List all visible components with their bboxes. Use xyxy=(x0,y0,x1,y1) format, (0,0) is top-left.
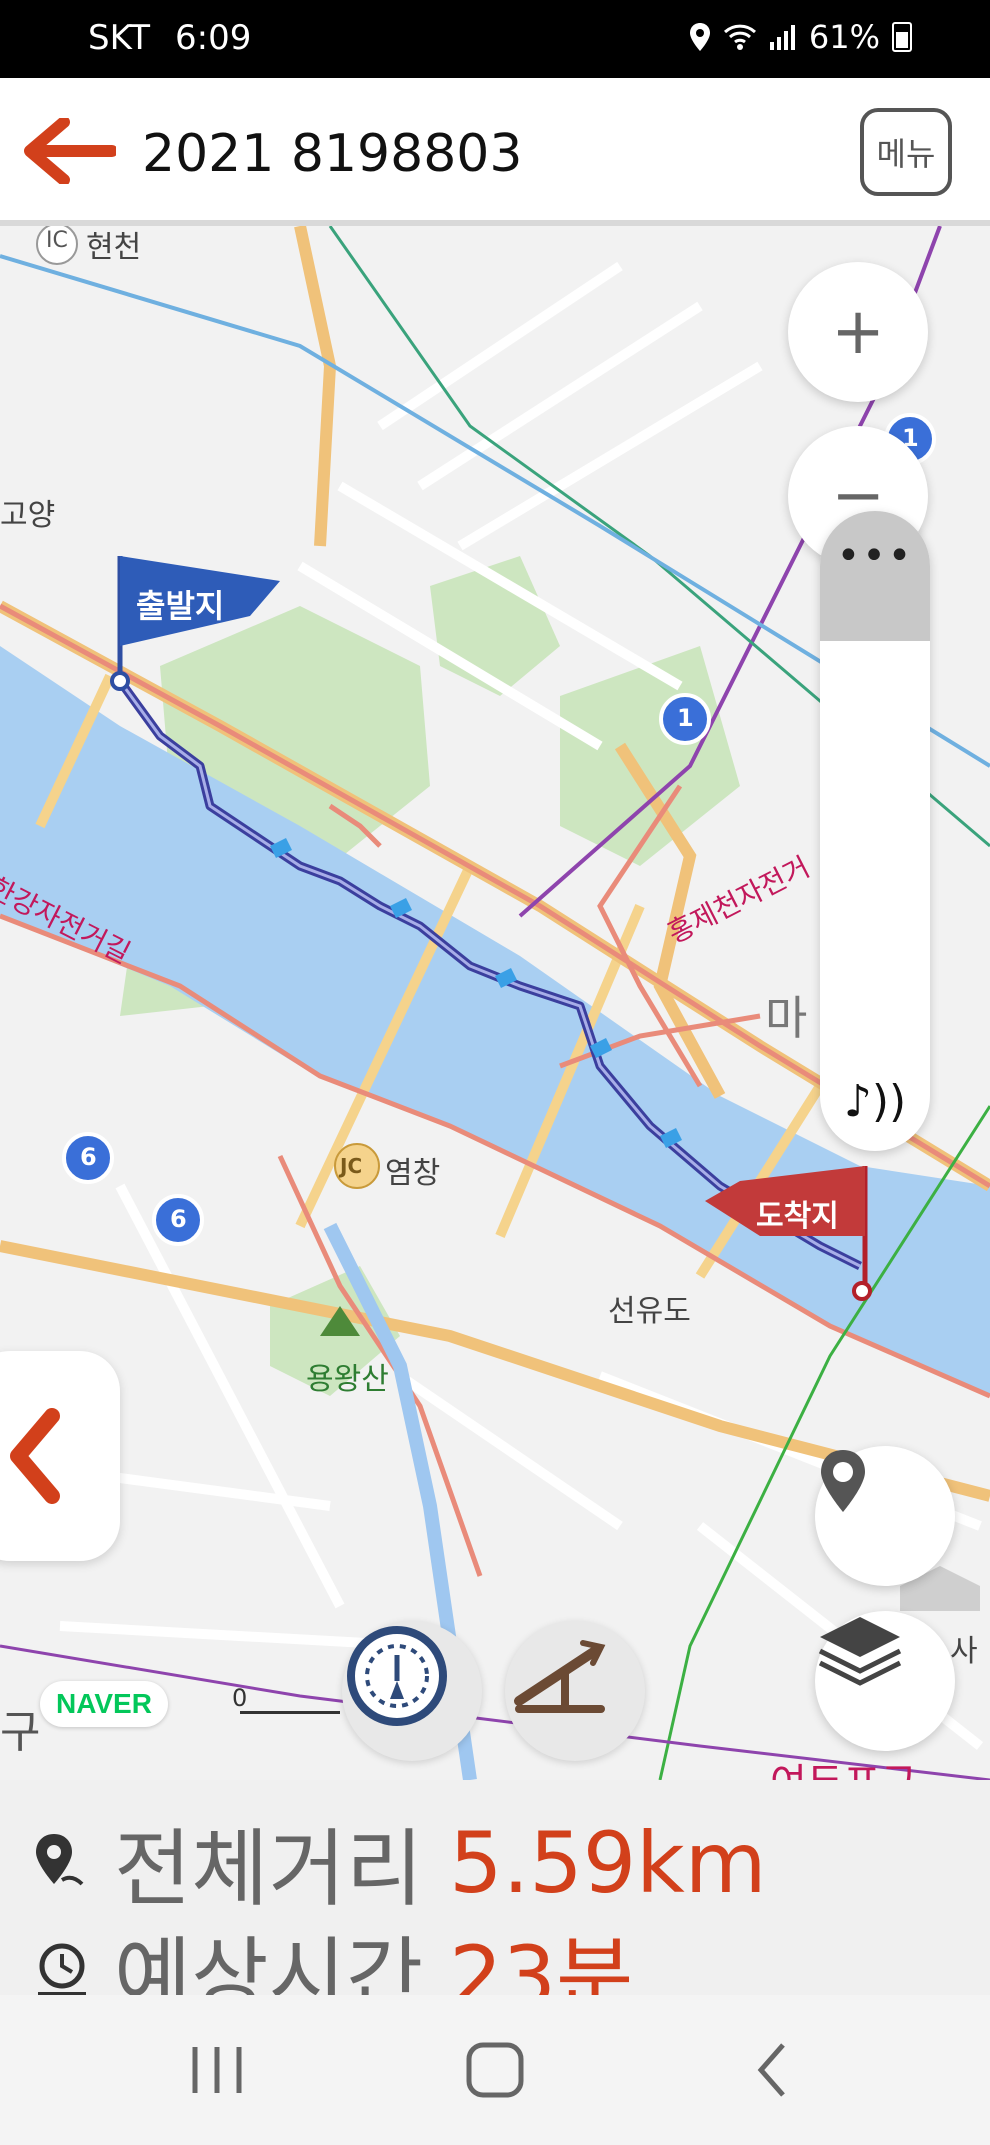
status-icons: 61% xyxy=(689,18,912,56)
distance-value: 5.59km xyxy=(449,1813,767,1912)
time-label: 예상시간 xyxy=(114,1928,424,1995)
system-nav-bar xyxy=(0,1995,990,2145)
map-label-ma: 마 xyxy=(765,991,808,1045)
collapse-panel-button[interactable] xyxy=(0,1351,120,1561)
more-options-button[interactable]: ••• xyxy=(820,511,930,641)
back-arrow-icon[interactable] xyxy=(24,118,116,184)
location-pin-icon xyxy=(821,1450,865,1512)
route-shield-label: 1 xyxy=(677,704,694,732)
route-summary-panel: 전체거리 5.59km 예상시간 23분 xyxy=(0,1780,990,1995)
route-shield-label: 6 xyxy=(80,1143,97,1171)
scale-label: 0 xyxy=(232,1684,248,1712)
map-label-seonyudo: 선유도 xyxy=(608,1294,691,1329)
speedometer-icon xyxy=(347,1626,447,1726)
distance-row: 전체거리 5.59km xyxy=(32,1802,767,1923)
signal-icon xyxy=(769,25,795,50)
speedometer-button[interactable] xyxy=(342,1621,482,1761)
page-title: 2021 8198803 xyxy=(142,124,523,184)
wifi-icon xyxy=(723,24,756,50)
carrier-label: SKT xyxy=(88,18,151,58)
home-icon[interactable] xyxy=(455,2035,535,2105)
clock: 6:09 xyxy=(175,18,252,58)
map-label-bottom: 여두포구 xyxy=(770,1751,917,1780)
start-flag-label: 출발지 xyxy=(136,587,225,625)
my-location-button[interactable] xyxy=(815,1446,955,1586)
distance-pin-icon xyxy=(36,1833,84,1885)
jc-badge: JC xyxy=(340,1154,363,1178)
chevron-left-icon xyxy=(10,1408,60,1504)
battery-percent: 61% xyxy=(808,18,880,56)
scale-bar xyxy=(240,1711,340,1714)
elevation-button[interactable] xyxy=(505,1621,645,1761)
map-label-yeomchang: 염창 xyxy=(385,1156,441,1191)
battery-icon xyxy=(892,22,912,52)
menu-button[interactable]: 메뉴 xyxy=(860,108,952,196)
end-flag-label: 도착지 xyxy=(756,1199,839,1234)
map-view[interactable]: IC 현천 고양 출발지 도착지 한강자전거길 홍제천자전거 마 JC 염창 선… xyxy=(0,226,990,1780)
map-label-goyang: 고양 xyxy=(0,498,56,533)
ic-badge: IC xyxy=(46,228,68,253)
location-icon xyxy=(689,23,710,51)
layers-icon xyxy=(818,1617,902,1686)
map-label-yongwangsan: 용왕산 xyxy=(306,1362,389,1397)
route-shield-label: 6 xyxy=(170,1205,187,1233)
zoom-in-button[interactable]: + xyxy=(788,262,928,402)
map-label-sa: 사 xyxy=(950,1634,978,1669)
naver-attribution: NAVER xyxy=(40,1681,168,1727)
back-nav-icon[interactable] xyxy=(733,2035,813,2105)
app-bar: 2021 8198803 메뉴 xyxy=(0,78,990,226)
clock-icon xyxy=(38,1943,86,1995)
side-panel: ••• ♪)) xyxy=(820,511,930,1151)
distance-label: 전체거리 xyxy=(114,1820,424,1918)
map-label-hyeoncheon: 현천 xyxy=(86,230,142,265)
map-label-gu: 구 xyxy=(0,1707,41,1758)
status-bar: SKT 6:09 61% xyxy=(0,0,990,78)
elevation-icon xyxy=(514,1640,606,1713)
time-row: 예상시간 23분 xyxy=(32,1910,633,1995)
sound-icon[interactable]: ♪)) xyxy=(820,1076,930,1127)
recent-apps-icon[interactable] xyxy=(177,2035,257,2105)
time-value: 23분 xyxy=(449,1928,634,1995)
layers-button[interactable] xyxy=(815,1611,955,1751)
